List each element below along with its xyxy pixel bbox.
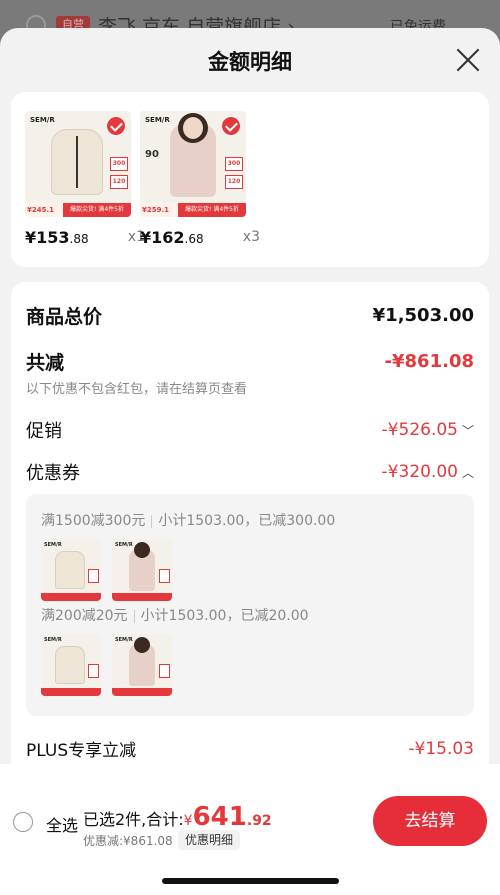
product-quantity: x3 (242, 229, 260, 245)
total-summary: 已选2件,合计:¥641.92 (83, 802, 272, 832)
coupon-amount-wrap: -¥320.00 ︿ (382, 462, 474, 482)
coupon-subtotal: 小计1503.00，已减300.00 (158, 513, 336, 529)
promotion-amount: -¥526.05 (381, 420, 458, 440)
thumb-promo-tag: 爆款尖货! 满4件5折 (178, 203, 246, 217)
plus-discount-row: PLUS专享立减 -¥15.03 (26, 736, 474, 762)
product-image-coat (55, 646, 85, 684)
side-tag (88, 664, 99, 678)
check-icon[interactable] (221, 116, 241, 136)
product-thumbnail[interactable]: SEM/R 90 300 120 ¥259.1 爆款尖货! 满4件5折 (140, 111, 246, 217)
product-item[interactable]: SEM/R 90 300 120 ¥259.1 爆款尖货! 满4件5折 ¥162… (140, 111, 260, 247)
coupon-line: 满200减20元 小计1503.00，已减20.00 (41, 605, 309, 625)
checkout-bar: 全选 已选2件,合计:¥641.92 优惠减:¥861.08 优惠明细 去结算 (0, 764, 500, 895)
check-icon[interactable] (106, 116, 126, 136)
model-hair (134, 637, 150, 653)
coupon-row[interactable]: 优惠券 -¥320.00 ︿ (26, 459, 474, 485)
sheet-title: 金额明细 (208, 50, 292, 74)
home-indicator (162, 878, 339, 884)
coupon-detail-box: 满1500减300元 小计1503.00，已减300.00 SEM/R SEM/R… (26, 494, 474, 716)
product-price: ¥162.68 (140, 228, 204, 247)
plus-discount-amount: -¥15.03 (408, 738, 474, 759)
product-image-coat (55, 551, 85, 589)
thumb-price-tag: ¥245.1 (25, 203, 63, 217)
coupon-rule: 满200减20元 (41, 608, 128, 624)
close-icon[interactable] (456, 48, 480, 72)
side-tag-top: 300 (225, 157, 243, 171)
product-price: ¥153.88 (25, 228, 89, 247)
thumb-price-tag: ¥259.1 (140, 203, 178, 217)
coupon-rule: 满1500减300元 (41, 513, 146, 529)
promo-bar (112, 593, 172, 601)
coupon-product-thumb: SEM/R (112, 634, 172, 696)
divider (133, 609, 135, 623)
promo-bar (41, 593, 101, 601)
price-main: ¥153 (25, 228, 70, 247)
discount-note: 以下优惠不包含红包，请在结算页查看 (26, 382, 248, 397)
coupon-product-thumb: SEM/R (41, 539, 101, 601)
brand-logo: SEM/R (115, 542, 133, 548)
promo-bar (112, 688, 172, 696)
coupon-line: 满1500减300元 小计1503.00，已减300.00 (41, 510, 335, 530)
coupon-label: 优惠券 (26, 463, 80, 484)
model-hair (134, 542, 150, 558)
selected-count-text: 已选2件,合计: (83, 810, 184, 829)
brand-logo: SEM/R (44, 542, 62, 548)
promo-bar (41, 688, 101, 696)
total-main: 641 (192, 802, 247, 832)
side-tag (88, 569, 99, 583)
currency-symbol: ¥ (183, 813, 193, 829)
plus-discount-label: PLUS专享立减 (26, 741, 137, 761)
chevron-down-icon[interactable]: ﹀ (462, 422, 474, 439)
amount-details-card: 商品总价 ¥1,503.00 共减 -¥861.08 以下优惠不包含红包，请在结… (11, 282, 489, 790)
coupon-amount: -¥320.00 (381, 462, 458, 482)
coupon-product-thumb: SEM/R (112, 539, 172, 601)
chevron-up-icon[interactable]: ︿ (462, 464, 474, 481)
sheet-header: 金额明细 (0, 28, 500, 92)
products-card: SEM/R 300 120 ¥245.1 爆款尖货! 满4件5折 ¥153.88… (11, 92, 489, 267)
checkout-button[interactable]: 去结算 (373, 796, 487, 846)
side-tag-bottom: 120 (225, 175, 243, 189)
side-tag (159, 569, 170, 583)
coupon-product-thumb: SEM/R (41, 634, 101, 696)
total-price-amount: ¥1,503.00 (372, 305, 474, 326)
badge-90: 90 (145, 149, 159, 160)
total-reduce-row: 共减 -¥861.08 (26, 348, 474, 375)
total-decimal: .92 (246, 813, 272, 829)
price-decimal: .88 (69, 232, 89, 246)
select-all-checkbox[interactable] (13, 812, 33, 832)
promotion-amount-wrap: -¥526.05 ﹀ (382, 420, 474, 440)
thumb-promo-tag: 爆款尖货! 满4件5折 (63, 203, 131, 217)
total-price-row: 商品总价 ¥1,503.00 (26, 302, 474, 329)
total-price-label: 商品总价 (26, 306, 103, 328)
product-item[interactable]: SEM/R 300 120 ¥245.1 爆款尖货! 满4件5折 ¥153.88… (25, 111, 145, 247)
price-decimal: .68 (184, 232, 204, 246)
brand-logo: SEM/R (44, 637, 62, 643)
brand-logo: SEM/R (30, 116, 55, 124)
total-reduce-label: 共减 (26, 352, 65, 374)
select-all-label[interactable]: 全选 (46, 812, 78, 836)
model-face (183, 117, 203, 139)
discount-text: 优惠减:¥861.08 (83, 834, 173, 848)
promotion-row[interactable]: 促销 -¥526.05 ﹀ (26, 417, 474, 443)
discount-detail-button[interactable]: 优惠明细 (178, 830, 241, 850)
coupon-subtotal: 小计1503.00，已减20.00 (140, 608, 309, 624)
side-tag-top: 300 (110, 157, 128, 171)
total-reduce-amount: -¥861.08 (384, 351, 474, 372)
product-image-coat (51, 129, 103, 195)
brand-logo: SEM/R (115, 637, 133, 643)
promotion-label: 促销 (26, 421, 62, 442)
side-tag-bottom: 120 (110, 175, 128, 189)
price-main: ¥162 (140, 228, 185, 247)
brand-logo: SEM/R (145, 116, 170, 124)
divider (151, 514, 153, 528)
product-thumbnail[interactable]: SEM/R 300 120 ¥245.1 爆款尖货! 满4件5折 (25, 111, 131, 217)
side-tag (159, 664, 170, 678)
